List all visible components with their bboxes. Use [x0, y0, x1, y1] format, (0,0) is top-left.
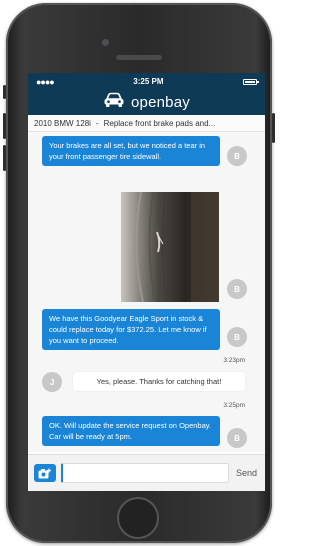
service-request-header[interactable]: 2010 BMW 128i - Replace front brake pads… — [28, 115, 265, 132]
mute-switch — [3, 85, 6, 99]
app-header: openbay — [28, 90, 265, 115]
avatar: B — [227, 428, 247, 448]
earpiece-speaker — [116, 55, 162, 60]
car-icon — [103, 92, 125, 113]
subject-separator: - — [95, 118, 99, 128]
message-composer: Send — [28, 454, 265, 491]
volume-up-button — [3, 113, 6, 139]
message-timestamp: 3:25pm — [223, 402, 245, 409]
avatar: B — [227, 279, 247, 299]
camera-plus-icon[interactable] — [34, 464, 56, 482]
app-brand: openbay — [131, 94, 190, 111]
message-input[interactable] — [61, 463, 229, 483]
home-button[interactable] — [117, 497, 159, 539]
volume-down-button — [3, 145, 6, 171]
message-list[interactable]: Your brakes are all set, but we noticed … — [28, 132, 265, 452]
avatar: B — [227, 146, 247, 166]
tire-sidewall-photo[interactable] — [121, 191, 219, 303]
phone-frame: ●●●● 3:25 PM openbay 2010 BMW 128i - Rep… — [3, 3, 275, 543]
message-bubble: Yes, please. Thanks for catching that! — [73, 372, 245, 391]
message-timestamp: 3:23pm — [223, 357, 245, 364]
message-bubble: Your brakes are all set, but we noticed … — [42, 136, 220, 166]
signal-dots-icon: ●●●● — [36, 76, 55, 87]
screen: ●●●● 3:25 PM openbay 2010 BMW 128i - Rep… — [28, 73, 265, 491]
status-bar: ●●●● 3:25 PM — [28, 73, 265, 90]
service-name: Replace front brake pads and... — [103, 118, 216, 128]
send-button[interactable]: Send — [234, 468, 259, 478]
avatar: J — [42, 372, 62, 392]
power-button — [272, 113, 275, 143]
battery-icon — [242, 78, 259, 85]
status-time: 3:25 PM — [133, 77, 164, 86]
message-bubble: We have this Goodyear Eagle Sport in sto… — [42, 309, 220, 350]
avatar: B — [227, 327, 247, 347]
vehicle-name: 2010 BMW 128i — [34, 118, 91, 128]
front-camera — [102, 39, 109, 46]
message-bubble: OK. Will update the service request on O… — [42, 416, 220, 446]
